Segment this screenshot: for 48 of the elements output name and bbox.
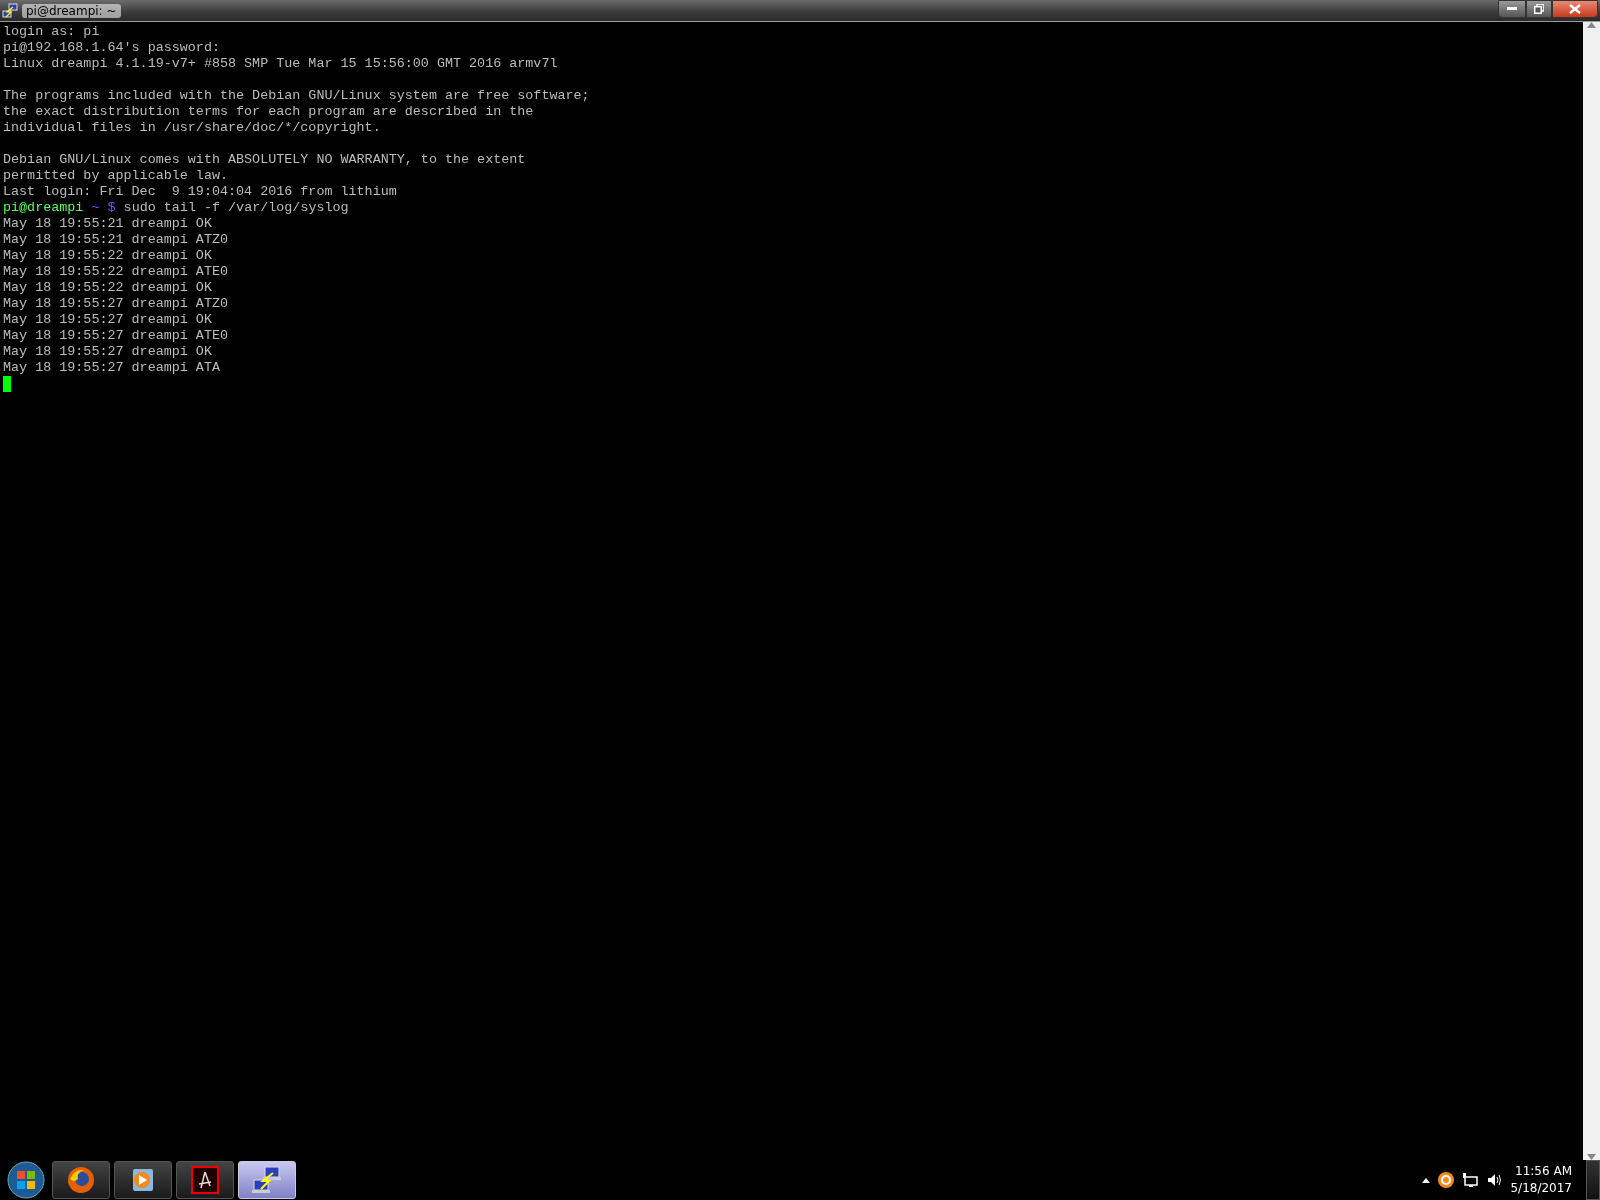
terminal-line: May 18 19:55:22 dreampi OK (3, 280, 212, 296)
circle-app-icon[interactable] (1438, 1172, 1455, 1188)
scrollbar[interactable] (1583, 22, 1600, 1160)
terminal-line: Last login: Fri Dec 9 19:04:04 2016 from lithium (3, 184, 397, 200)
network-icon[interactable] (1462, 1172, 1479, 1188)
terminal-command: sudo tail -f /var/log/syslog (123, 200, 349, 216)
text-cursor (3, 376, 11, 392)
prompt-symbol: $ (107, 200, 116, 216)
prompt-user-host: pi@dreampi (3, 200, 84, 216)
restore-button[interactable] (1526, 0, 1552, 18)
networked-computers-icon (2, 2, 18, 19)
terminal-line: Debian GNU/Linux comes with ABSOLUTELY NO WARRANTY, to the extent (3, 152, 526, 168)
show-hidden-icons-arrow-icon[interactable] (1422, 1177, 1431, 1183)
taskbar-app-button[interactable] (52, 1161, 110, 1199)
terminal-line: May 18 19:55:21 dreampi OK (3, 216, 212, 232)
clock[interactable]: 11:56 AM 5/18/2017 (1510, 1163, 1578, 1197)
terminal-line: May 18 19:55:27 dreampi ATZ0 (3, 296, 228, 312)
document-icon (191, 1166, 219, 1194)
terminal-line: May 18 19:55:27 dreampi OK (3, 344, 212, 360)
speaker-icon[interactable] (1486, 1172, 1503, 1188)
terminal-line: individual files in /usr/share/doc/*/copyright. (3, 120, 381, 136)
terminal-line: May 18 19:55:27 dreampi ATE0 (3, 328, 228, 344)
terminal-line: Linux dreampi 4.1.19-v7+ #858 SMP Tue Mar 15 15:56:00 GMT 2016 armv7l (3, 56, 558, 72)
window-title: pi@dreampi: ~ (22, 3, 121, 18)
browser-globe-icon (66, 1165, 96, 1195)
minimize-icon (1507, 7, 1517, 11)
scroll-down-arrow-icon[interactable] (1587, 1154, 1596, 1160)
terminal-line: May 18 19:55:21 dreampi ATZ0 (3, 232, 228, 248)
prompt-path: ~ (91, 200, 100, 216)
terminal-line: May 18 19:55:27 dreampi OK (3, 312, 212, 328)
terminal-line: the exact distribution terms for each program are described in the (3, 104, 534, 120)
terminal-line: May 18 19:55:27 dreampi ATA (3, 360, 220, 376)
close-icon (1569, 4, 1581, 14)
terminal-line: pi@192.168.1.64's password: (3, 40, 220, 56)
networked-computers-icon (251, 1165, 283, 1195)
scroll-up-arrow-icon[interactable] (1587, 22, 1596, 28)
show-desktop-button[interactable] (1586, 1160, 1600, 1200)
close-button[interactable] (1552, 0, 1598, 18)
terminal-line: login as: pi (3, 24, 100, 40)
taskbar-app-button[interactable] (114, 1161, 172, 1199)
terminal-line: permitted by applicable law. (3, 168, 228, 184)
restore-icon (1534, 4, 1544, 14)
terminal-line: The programs included with the Debian GNU/Linux system are free software; (3, 88, 590, 104)
taskbar-app-button[interactable] (176, 1161, 234, 1199)
terminal-line: May 18 19:55:22 dreampi OK (3, 248, 212, 264)
terminal-line: May 18 19:55:22 dreampi ATE0 (3, 264, 228, 280)
start-button[interactable] (4, 1161, 48, 1199)
minimize-button[interactable] (1498, 0, 1526, 18)
